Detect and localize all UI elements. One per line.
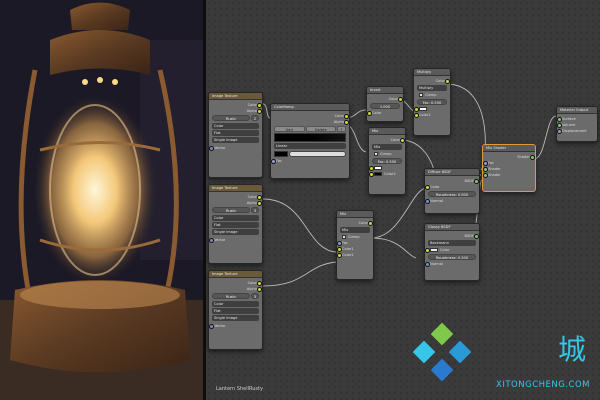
output-color: Color — [340, 220, 373, 226]
distribution-select[interactable]: Beckmann — [428, 240, 476, 246]
source-select[interactable]: Single Image — [212, 229, 259, 235]
color-space-select[interactable]: Color — [212, 123, 259, 129]
node-title: Image Texture — [209, 185, 262, 192]
multiply-node[interactable]: Multiply Color Multiply Clamp Fac: 0.550… — [413, 68, 451, 136]
input-vector: Vector — [209, 323, 259, 329]
input-displacement: Displacement — [557, 128, 594, 134]
input-color2: Color2 — [414, 112, 447, 118]
node-title: ColorRamp — [271, 104, 349, 111]
watermark: 城 XITONGCHENG.COM — [406, 320, 600, 400]
link-mixb-diffuse — [370, 187, 427, 239]
stop-color-swatch[interactable] — [274, 151, 288, 157]
input-fac: Fac — [271, 158, 346, 164]
node-title: Mix — [369, 128, 405, 135]
node-title: Invert — [367, 87, 403, 94]
fac-field[interactable]: 1.000 — [370, 103, 400, 109]
source-select[interactable]: Single Image — [212, 315, 259, 321]
flip-button[interactable]: F — [337, 126, 346, 132]
roughness-field[interactable]: Roughness: 0.200 — [428, 254, 476, 260]
input-normal: Normal — [425, 261, 476, 267]
link-mixb-glossy — [370, 237, 417, 259]
input-color: Color — [425, 247, 476, 253]
output-alpha: Alpha — [212, 200, 262, 206]
node-title: Mix Shader — [483, 145, 535, 152]
user-count[interactable]: 3 — [251, 207, 259, 213]
mix-shader-node[interactable]: Mix Shader Shader Fac Shader Shader — [482, 144, 536, 192]
image-datablock-field[interactable]: Rusty — [212, 207, 250, 213]
output-color: Color — [370, 96, 403, 102]
node-title: Glossy BSDF — [425, 224, 479, 231]
node-title: Multiply — [414, 69, 450, 76]
color-space-select[interactable]: Color — [212, 301, 259, 307]
diffuse-bsdf-node[interactable]: Diffuse BSDF BSDF Color Roughness: 0.000… — [424, 168, 480, 214]
xitongcheng-diamond-logo — [412, 322, 472, 382]
oil-lantern-photo — [0, 0, 203, 400]
input-color2: Color2 — [337, 252, 370, 258]
input-color2: Color2 — [369, 171, 402, 177]
interpolation-select[interactable]: Linear — [274, 143, 346, 149]
output-alpha: Alpha — [212, 108, 262, 114]
input-vector: Vector — [209, 237, 259, 243]
image-texture-node-2[interactable]: Image Texture Color Alpha Rusty 3 Color … — [208, 184, 263, 264]
frame-label: Lantern ShellRusty — [216, 386, 263, 392]
node-title: Diffuse BSDF — [425, 169, 479, 176]
output-bsdf: BSDF — [428, 233, 479, 239]
source-select[interactable]: Single Image — [212, 137, 259, 143]
image-datablock-field[interactable]: Rusty — [212, 293, 250, 299]
mix-node-top[interactable]: Mix Color Mix Clamp Fac: 0.550 Color2 — [368, 127, 406, 195]
input-normal: Normal — [425, 198, 476, 204]
delete-stop-button[interactable]: Delete — [305, 126, 336, 132]
input-shader-2: Shader — [483, 172, 532, 178]
projection-select[interactable]: Flat — [212, 222, 259, 228]
node-title: Image Texture — [209, 93, 262, 100]
output-color: Color — [417, 78, 450, 84]
fac-field[interactable]: Fac: 0.550 — [417, 99, 447, 105]
glossy-bsdf-node[interactable]: Glossy BSDF BSDF Beckmann Color Roughnes… — [424, 223, 480, 281]
image-texture-node-1[interactable]: Image Texture Color Alpha Rusty 2 Color … — [208, 92, 263, 178]
clamp-checkbox[interactable]: Clamp — [372, 151, 402, 157]
clamp-checkbox[interactable]: Clamp — [417, 92, 447, 98]
output-color: Color — [372, 137, 405, 143]
fac-field[interactable]: Fac: 0.550 — [372, 158, 402, 164]
user-count[interactable]: 3 — [251, 293, 259, 299]
link-tex2-mix — [262, 198, 337, 253]
link-mixshader-output — [533, 115, 557, 160]
input-color: Color — [425, 184, 476, 190]
lantern-render-image — [0, 0, 203, 400]
link-tex3-mix — [262, 261, 337, 287]
invert-node[interactable]: Invert Color 1.000 Color — [366, 86, 404, 122]
user-count[interactable]: 2 — [251, 115, 259, 121]
color-ramp-node[interactable]: ColorRamp Color Alpha Add Delete F Linea… — [270, 103, 350, 179]
add-stop-button[interactable]: Add — [274, 126, 305, 132]
link-tex1-ramp — [262, 103, 271, 119]
roughness-field[interactable]: Roughness: 0.000 — [428, 191, 476, 197]
node-title: Mix — [337, 211, 373, 218]
screenshot: Image Texture Color Alpha Rusty 2 Color … — [0, 0, 600, 400]
blend-mode-select[interactable]: Multiply — [417, 85, 447, 91]
material-output-node[interactable]: Material Output Surface Volume Displacem… — [556, 106, 598, 142]
watermark-char: 城 — [557, 333, 586, 366]
node-title: Material Output — [557, 107, 597, 114]
output-alpha: Alpha — [274, 119, 349, 125]
output-alpha: Alpha — [212, 286, 262, 292]
image-texture-node-3[interactable]: Image Texture Color Alpha Rusty 3 Color … — [208, 270, 263, 350]
node-editor[interactable]: Image Texture Color Alpha Rusty 2 Color … — [206, 0, 600, 400]
stop-position-field[interactable] — [289, 151, 346, 157]
blend-mode-select[interactable]: Mix — [340, 227, 370, 233]
projection-select[interactable]: Flat — [212, 130, 259, 136]
mix-node-bottom[interactable]: Mix Color Mix Clamp Fac Color1 Color2 — [336, 210, 374, 280]
input-vector: Vector — [209, 145, 259, 151]
projection-select[interactable]: Flat — [212, 308, 259, 314]
color-space-select[interactable]: Color — [212, 215, 259, 221]
watermark-text: XITONGCHENG.COM — [496, 380, 590, 390]
blend-mode-select[interactable]: Mix — [372, 144, 402, 150]
node-title: Image Texture — [209, 271, 262, 278]
image-datablock-field[interactable]: Rusty — [212, 115, 250, 121]
color-ramp-gradient[interactable] — [274, 133, 346, 142]
input-color: Color — [367, 110, 400, 116]
link-multiply-mixshader — [445, 83, 486, 171]
